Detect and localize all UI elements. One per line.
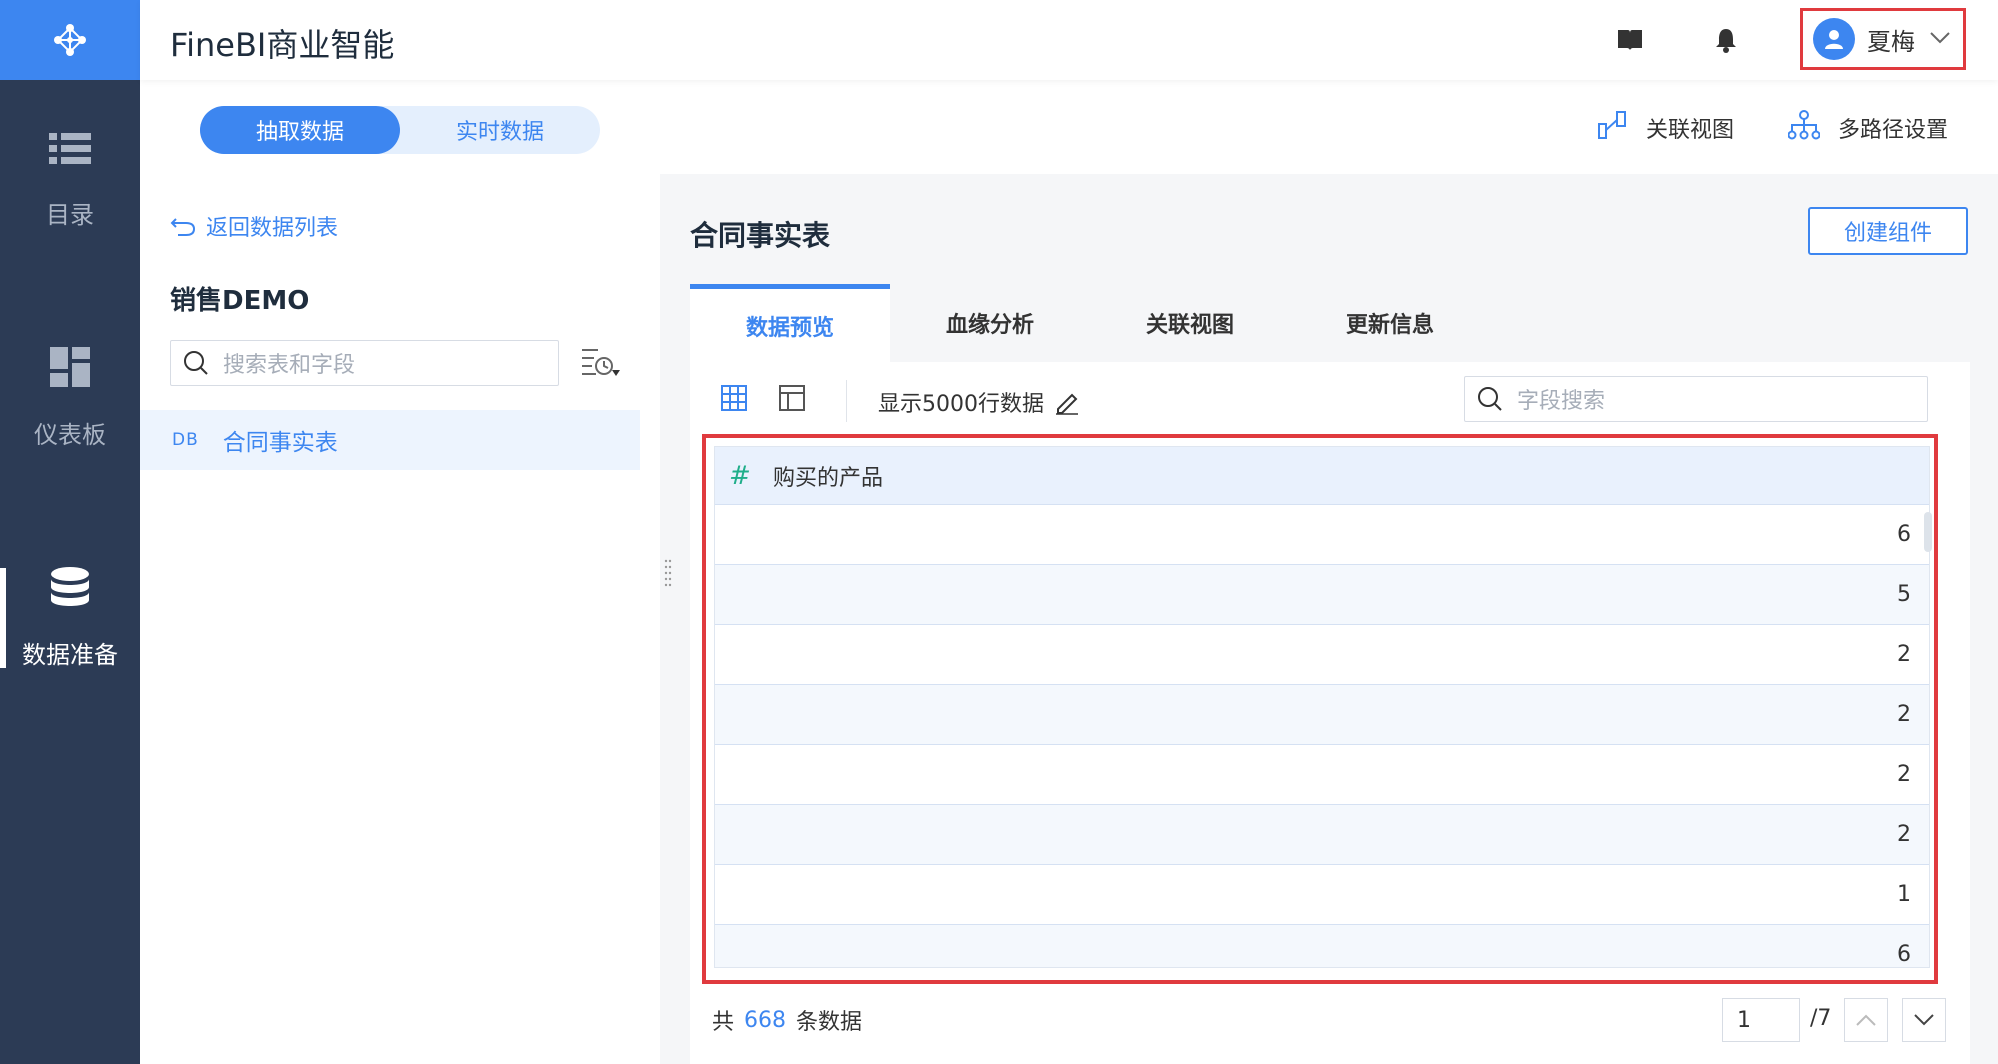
toolbar-divider xyxy=(846,380,847,422)
vertical-scrollbar[interactable] xyxy=(1924,512,1932,552)
table-list-item[interactable]: DB 合同事实表 xyxy=(140,410,640,470)
tab-bar: 数据预览 血缘分析 关联视图 更新信息 xyxy=(690,284,1490,362)
drag-handle-icon[interactable] xyxy=(664,558,672,588)
chevron-down-icon xyxy=(1914,1014,1934,1026)
dashboard-icon xyxy=(50,346,90,393)
highlight-frame: # 购买的产品 6 5 2 2 2 2 1 6 xyxy=(702,434,1938,984)
extract-data-button[interactable]: 抽取数据 xyxy=(200,106,400,154)
search-icon xyxy=(1478,387,1502,411)
table-row: 2 xyxy=(715,685,1929,745)
number-type-icon: # xyxy=(729,460,751,491)
column-header[interactable]: # 购买的产品 xyxy=(715,447,1929,505)
field-search-placeholder: 字段搜索 xyxy=(1517,389,1606,414)
layout-view-icon[interactable] xyxy=(778,384,806,416)
next-page-button[interactable] xyxy=(1902,998,1946,1042)
tab-lineage[interactable]: 血缘分析 xyxy=(890,284,1090,362)
rail-item-label: 仪表板 xyxy=(34,420,106,449)
avatar xyxy=(1813,18,1855,60)
realtime-data-button[interactable]: 实时数据 xyxy=(400,106,600,154)
relation-view-label: 关联视图 xyxy=(1646,118,1735,143)
book-icon[interactable] xyxy=(1616,26,1644,54)
rail-item-data-prep[interactable]: 数据准备 xyxy=(0,538,140,698)
table-row: 5 xyxy=(715,565,1929,625)
filter-history-icon[interactable] xyxy=(580,346,622,384)
logo-icon[interactable] xyxy=(0,0,140,80)
total-suffix: 条数据 xyxy=(796,1010,863,1035)
chevron-down-icon xyxy=(1929,30,1951,49)
prev-page-button[interactable] xyxy=(1844,998,1888,1042)
back-arrow-icon xyxy=(170,218,196,236)
grid-view-icon[interactable] xyxy=(720,384,748,416)
edit-pencil-icon xyxy=(1056,393,1078,415)
rail-item-label: 目录 xyxy=(46,200,94,229)
user-menu[interactable]: 夏梅 xyxy=(1800,8,1966,70)
total-count: 共 668 条数据 xyxy=(712,1004,862,1036)
app-title: FineBI商业智能 xyxy=(170,26,395,64)
left-rail: 目录 仪表板 数据准备 xyxy=(0,0,140,1064)
user-name: 夏梅 xyxy=(1867,27,1915,56)
table-row: 1 xyxy=(715,865,1929,925)
rail-item-dashboard[interactable]: 仪表板 xyxy=(0,318,140,478)
tab-relation-view[interactable]: 关联视图 xyxy=(1090,284,1290,362)
bell-icon[interactable] xyxy=(1712,26,1740,54)
relation-view-link[interactable]: 关联视图 xyxy=(1598,110,1734,146)
hierarchy-icon xyxy=(1787,110,1821,146)
create-component-button[interactable]: 创建组件 xyxy=(1808,207,1968,255)
package-title: 销售DEMO xyxy=(170,286,310,316)
table-search-input[interactable]: 搜索表和字段 xyxy=(170,340,559,386)
data-grid: # 购买的产品 6 5 2 2 2 2 1 6 xyxy=(714,446,1930,968)
list-icon xyxy=(49,131,91,173)
table-row: 2 xyxy=(715,625,1929,685)
search-icon xyxy=(184,351,208,375)
tab-data-preview[interactable]: 数据预览 xyxy=(690,284,890,362)
rail-item-label: 数据准备 xyxy=(22,640,118,669)
rows-limit-control[interactable]: 显示5000行数据 xyxy=(878,386,1080,418)
tab-update-info[interactable]: 更新信息 xyxy=(1290,284,1490,362)
back-label: 返回数据列表 xyxy=(206,216,339,241)
relation-view-icon xyxy=(1598,110,1628,146)
rows-limit-label: 显示5000行数据 xyxy=(878,392,1044,417)
top-header: FineBI商业智能 夏梅 xyxy=(140,0,1998,80)
back-to-list-link[interactable]: 返回数据列表 xyxy=(170,210,338,242)
search-placeholder: 搜索表和字段 xyxy=(223,353,356,378)
table-row: 2 xyxy=(715,745,1929,805)
field-search-input[interactable]: 字段搜索 xyxy=(1464,376,1928,422)
multipath-settings-label: 多路径设置 xyxy=(1838,118,1949,143)
table-row: 2 xyxy=(715,805,1929,865)
database-icon xyxy=(50,566,90,613)
chevron-up-icon xyxy=(1856,1014,1876,1026)
table-row: 6 xyxy=(715,925,1929,967)
rail-item-catalog[interactable]: 目录 xyxy=(0,100,140,260)
table-title: 合同事实表 xyxy=(690,219,831,252)
table-row: 6 xyxy=(715,505,1929,565)
multipath-settings-link[interactable]: 多路径设置 xyxy=(1787,110,1949,146)
total-prefix: 共 xyxy=(712,1010,735,1035)
db-type-tag: DB xyxy=(172,430,199,450)
table-item-label: 合同事实表 xyxy=(222,430,338,456)
total-number: 668 xyxy=(744,1007,787,1033)
page-total: /7 xyxy=(1810,1006,1832,1031)
mode-toggle: 抽取数据 实时数据 xyxy=(200,106,600,154)
page-number-input[interactable]: 1 xyxy=(1722,998,1800,1042)
column-name: 购买的产品 xyxy=(773,465,884,491)
